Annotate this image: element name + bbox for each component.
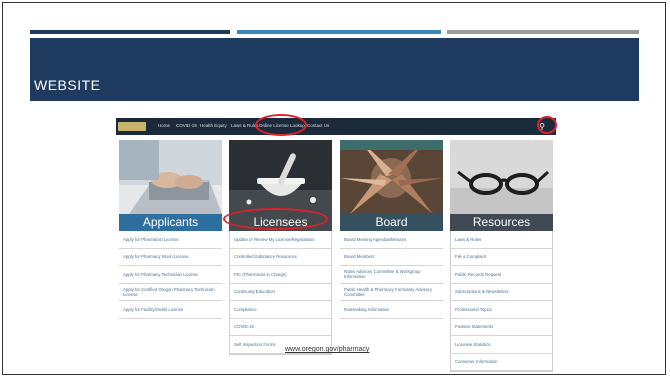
board-links: Board Meeting Agendas/Minutes Board Memb… xyxy=(340,231,443,319)
resources-title: Resources xyxy=(450,214,553,231)
website-screenshot: Home COVID-19 Health Equity Laws & Rules… xyxy=(116,118,556,372)
link-compliance[interactable]: Compliance xyxy=(230,301,331,319)
resources-image xyxy=(450,140,553,214)
applicants-title: Applicants xyxy=(119,214,222,231)
nav-home[interactable]: Home xyxy=(158,123,170,128)
accent-bar-blue xyxy=(237,30,441,34)
link-apply-pharmacist[interactable]: Apply for Pharmacist License xyxy=(119,231,222,249)
resources-links: Laws & Rules File a Complaint Public Rec… xyxy=(450,231,553,372)
link-apply-facility[interactable]: Apply for Facility/Outlet License xyxy=(119,301,222,319)
link-rules-advisory[interactable]: Rules Advisory Committee & Workgroup Inf… xyxy=(340,266,443,284)
link-consumer-information[interactable]: Consumer Information xyxy=(451,354,552,371)
link-apply-technician[interactable]: Apply for Pharmacy Technician License xyxy=(119,266,222,284)
link-board-members[interactable]: Board Members xyxy=(340,249,443,266)
link-controlled-substance[interactable]: Controlled Substance Resources xyxy=(230,249,331,266)
link-apply-certified-technician[interactable]: Apply for Certified Oregon Pharmacy Tech… xyxy=(119,284,222,301)
link-licensee-statistics[interactable]: Licensee Statistics xyxy=(451,336,552,354)
link-apply-intern[interactable]: Apply for Pharmacy Intern License xyxy=(119,249,222,266)
highlight-search xyxy=(537,116,557,134)
applicants-image xyxy=(119,140,222,214)
link-board-meeting-agendas[interactable]: Board Meeting Agendas/Minutes xyxy=(340,231,443,249)
applicants-links: Apply for Pharmacist License Apply for P… xyxy=(119,231,222,319)
link-pic[interactable]: PIC (Pharmacist in Charge) xyxy=(230,266,331,284)
highlight-online-license-lookup xyxy=(255,114,307,136)
accent-bar-navy xyxy=(30,30,230,34)
link-covid[interactable]: COVID-19 xyxy=(230,319,331,336)
oregon-logo[interactable] xyxy=(118,122,146,131)
link-file-complaint[interactable]: File a Complaint xyxy=(451,249,552,266)
link-rulemaking[interactable]: Rulemaking Information xyxy=(340,301,443,319)
link-public-health-formulary[interactable]: Public Health & Pharmacy Formulary Advis… xyxy=(340,284,443,301)
board-image xyxy=(340,140,443,214)
board-title: Board xyxy=(340,214,443,231)
link-update-renew-license[interactable]: Update or Renew My License/Registration xyxy=(230,231,331,249)
link-laws-rules[interactable]: Laws & Rules xyxy=(451,231,552,249)
title-banner: WEBSITE xyxy=(30,38,639,101)
accent-bar-gray xyxy=(447,30,639,34)
licensees-links: Update or Renew My License/Registration … xyxy=(229,231,332,355)
licensees-image xyxy=(229,140,332,214)
pharmacy-website-link[interactable]: www.oregon.gov/pharmacy xyxy=(285,346,369,353)
site-navbar: Home COVID-19 Health Equity Laws & Rules… xyxy=(116,118,556,135)
link-position-statements[interactable]: Position Statements xyxy=(451,319,552,336)
highlight-update-renew xyxy=(223,208,328,230)
link-continuing-education[interactable]: Continuing Education xyxy=(230,284,331,301)
link-public-records[interactable]: Public Records Request xyxy=(451,266,552,284)
nav-health-equity[interactable]: Health Equity xyxy=(200,123,227,128)
slide-title: WEBSITE xyxy=(34,77,101,93)
link-professional-topics[interactable]: Professional Topics xyxy=(451,301,552,319)
link-subscriptions[interactable]: Subscriptions & Newsletters xyxy=(451,284,552,301)
nav-contact-us[interactable]: Contact Us xyxy=(307,123,329,128)
nav-covid[interactable]: COVID-19 xyxy=(176,123,197,128)
